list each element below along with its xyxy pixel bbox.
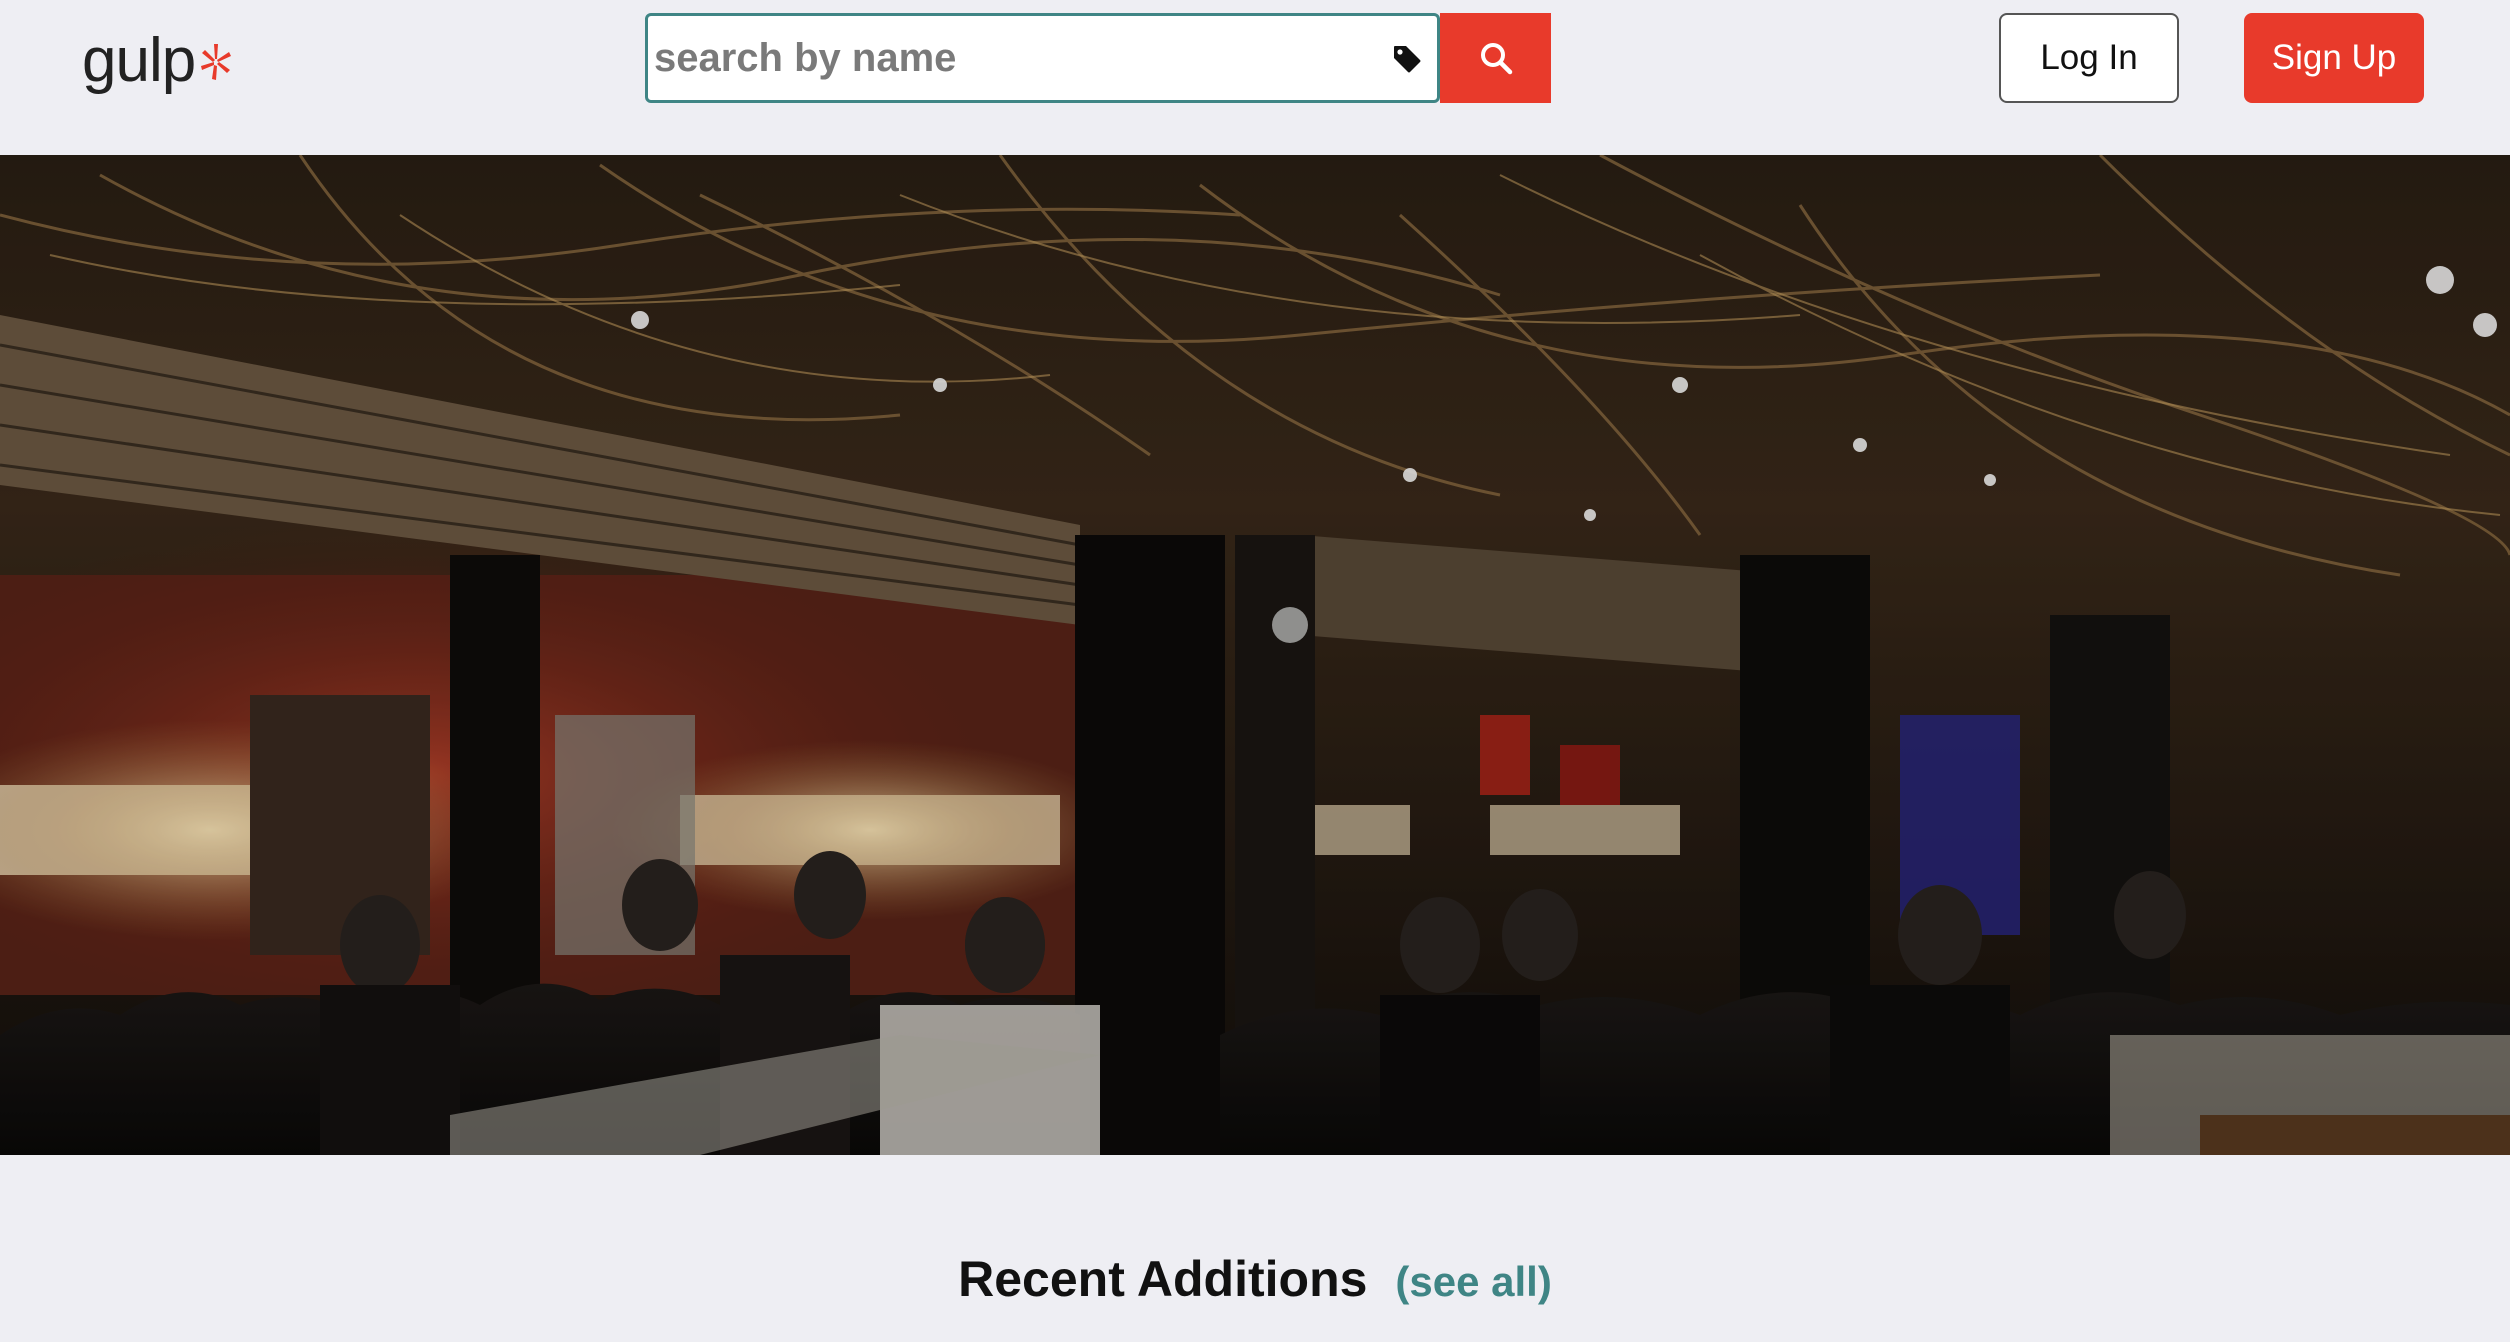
hero-image — [0, 155, 2510, 1155]
search-button[interactable] — [1440, 13, 1551, 103]
logo[interactable]: gulp — [82, 26, 233, 96]
login-button[interactable]: Log In — [1999, 13, 2179, 103]
search-box — [645, 13, 1440, 103]
yelp-burst-icon — [201, 44, 232, 80]
recent-additions-heading: Recent Additions (see all) — [0, 1250, 2510, 1308]
site-header: gulp Log In Sign — [0, 0, 2510, 155]
search-bar — [645, 13, 1551, 103]
tag-icon[interactable] — [1391, 43, 1423, 75]
logo-text: gulp — [82, 26, 196, 95]
restaurant-interior-photo — [0, 155, 2510, 1155]
search-input[interactable] — [648, 18, 1348, 98]
see-all-link[interactable]: (see all) — [1395, 1258, 1551, 1306]
signup-button[interactable]: Sign Up — [2244, 13, 2424, 103]
section-title: Recent Additions — [958, 1251, 1368, 1307]
search-icon — [1480, 43, 1512, 75]
